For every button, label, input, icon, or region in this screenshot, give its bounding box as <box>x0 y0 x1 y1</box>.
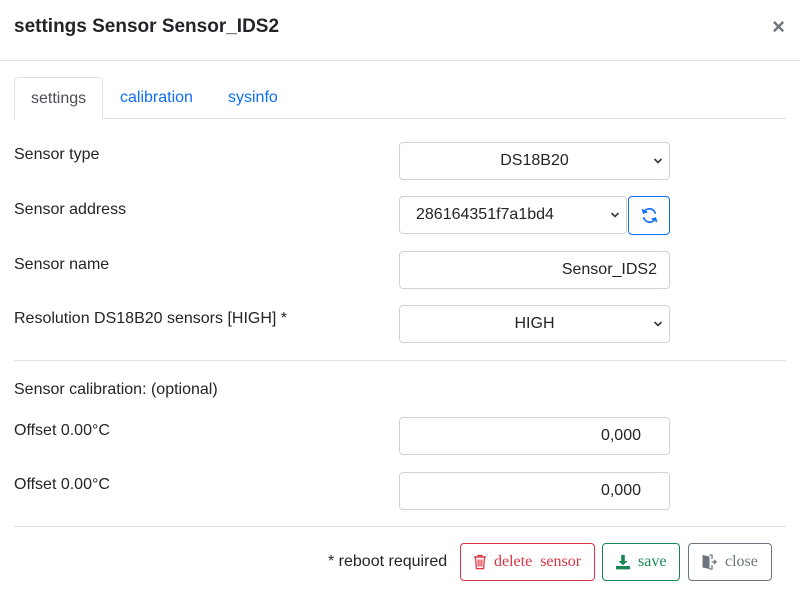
sensor-type-label: Sensor type <box>14 146 100 163</box>
refresh-icon <box>641 208 658 223</box>
chevron-down-icon <box>610 212 620 218</box>
chevron-down-icon <box>653 321 663 327</box>
tab-calibration[interactable]: calibration <box>104 77 209 119</box>
resolution-value: HIGH <box>514 315 555 332</box>
offset-label: Offset 0.00°C <box>14 476 110 493</box>
sensor-name-label: Sensor name <box>14 256 110 273</box>
divider <box>14 360 786 361</box>
trash-icon <box>474 554 486 570</box>
close-icon[interactable]: × <box>772 16 785 38</box>
refresh-address-button[interactable] <box>628 196 670 235</box>
resolution-select[interactable]: HIGH <box>399 305 670 343</box>
close-button[interactable]: close <box>688 543 772 581</box>
tab-bar: settings calibration sysinfo <box>14 77 786 120</box>
resolution-label: Resolution DS18B20 sensors [HIGH] * <box>14 310 288 327</box>
offset-field[interactable]: 0,000 <box>399 417 670 455</box>
download-icon <box>616 555 630 570</box>
reboot-note: * reboot required <box>328 553 448 570</box>
chevron-down-icon <box>653 158 663 164</box>
door-exit-icon <box>702 554 717 570</box>
delete-sensor-button[interactable]: delete sensor <box>460 543 595 581</box>
save-label: save <box>638 553 667 570</box>
sensor-type-value: DS18B20 <box>500 152 569 169</box>
sensor-type-select[interactable]: DS18B20 <box>399 142 670 180</box>
divider <box>14 526 786 527</box>
delete-sensor-label: delete sensor <box>494 553 582 570</box>
modal-header: settings Sensor Sensor_IDS2 × <box>0 0 800 61</box>
sensor-address-select[interactable]: 286164351f7a1bd4 <box>399 196 627 234</box>
sensor-name-field[interactable]: Sensor_IDS2 <box>399 251 670 289</box>
modal-title: settings Sensor Sensor_IDS2 <box>14 16 280 37</box>
sensor-address-value: 286164351f7a1bd4 <box>416 206 554 223</box>
offset-label: Offset 0.00°C <box>14 422 110 439</box>
save-button[interactable]: save <box>602 543 680 581</box>
close-label: close <box>725 553 758 570</box>
calibration-heading: Sensor calibration: (optional) <box>14 381 218 398</box>
offset-field[interactable]: 0,000 <box>399 472 670 510</box>
tab-sysinfo[interactable]: sysinfo <box>212 77 294 119</box>
tab-settings[interactable]: settings <box>14 77 104 120</box>
sensor-address-label: Sensor address <box>14 201 127 218</box>
